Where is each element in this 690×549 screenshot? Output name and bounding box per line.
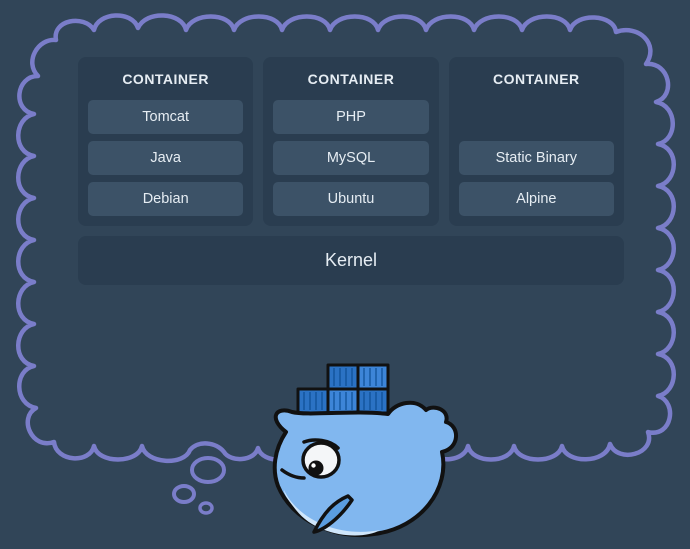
container-box: CONTAINER Static Binary Alpine (449, 57, 624, 226)
layer-item: Java (88, 141, 243, 175)
layer-item: Tomcat (88, 100, 243, 134)
container-box: CONTAINER PHP MySQL Ubuntu (263, 57, 438, 226)
diagram-content: CONTAINER Tomcat Java Debian CONTAINER P… (78, 57, 624, 285)
layer-item: Alpine (459, 182, 614, 216)
kernel-box: Kernel (78, 236, 624, 285)
docker-whale-icon (264, 360, 464, 548)
thought-bubble-tail-icon (158, 452, 238, 532)
layer-item: PHP (273, 100, 428, 134)
container-title: CONTAINER (273, 67, 428, 93)
layer-item: MySQL (273, 141, 428, 175)
container-title: CONTAINER (459, 67, 614, 93)
layer-item: Debian (88, 182, 243, 216)
layer-item: Static Binary (459, 141, 614, 175)
container-title: CONTAINER (88, 67, 243, 93)
layer-item: Ubuntu (273, 182, 428, 216)
container-box: CONTAINER Tomcat Java Debian (78, 57, 253, 226)
layer-spacer (459, 100, 614, 134)
containers-row: CONTAINER Tomcat Java Debian CONTAINER P… (78, 57, 624, 226)
